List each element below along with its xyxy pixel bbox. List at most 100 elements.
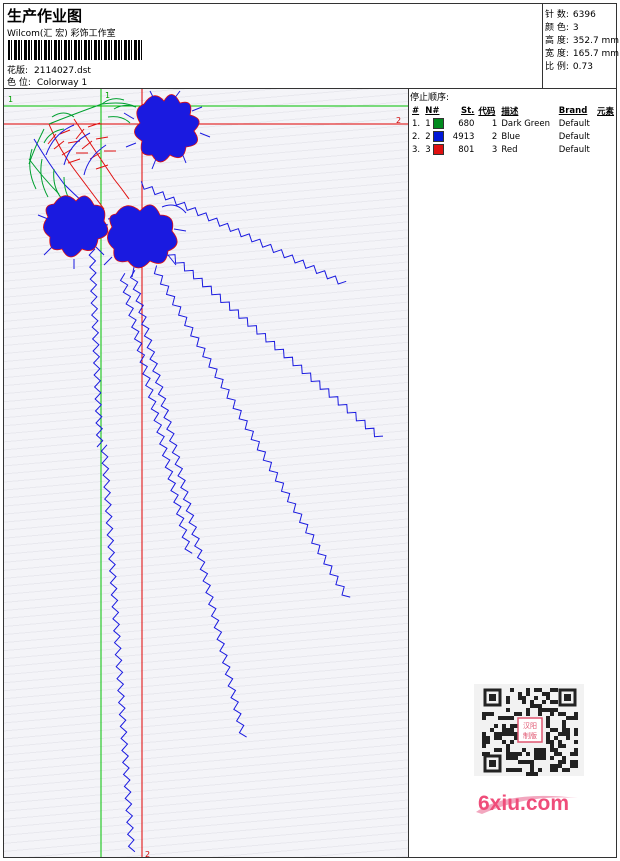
qr-module	[530, 764, 534, 768]
qr-module	[482, 736, 486, 740]
table-header-row: # N# St. 代码 描述 Brand 元素	[410, 105, 618, 117]
stop-sequence-table: # N# St. 代码 描述 Brand 元素 1. 1 680 1 Dark Gre…	[410, 105, 618, 156]
stat-scale: 比 例: 0.73	[545, 59, 593, 72]
color-swatch	[433, 131, 445, 142]
qr-module	[538, 704, 542, 708]
colorway: 色 位: Colorway 1	[7, 75, 87, 88]
qr-module	[574, 712, 578, 716]
row-description: Blue	[501, 131, 521, 142]
qr-module	[490, 712, 494, 716]
qr-module	[542, 708, 546, 712]
row-n: 3	[423, 143, 448, 156]
stat-height-value: 352.7 mm	[572, 36, 620, 46]
qr-module	[542, 748, 546, 752]
qr-module	[494, 724, 498, 728]
qr-module	[526, 712, 530, 716]
qr-module	[526, 772, 530, 776]
row-brand: Default	[558, 131, 590, 142]
table-row: 3. 3 801 3 Red Default	[410, 143, 618, 156]
row-n-text: 2	[425, 132, 434, 142]
qr-module	[570, 716, 574, 720]
qr-module	[482, 712, 486, 716]
stat-height-label: 高 度:	[545, 36, 569, 46]
branch-leaves	[28, 98, 137, 210]
qr-module	[534, 696, 538, 700]
qr-module	[546, 696, 550, 700]
qr-module	[530, 772, 534, 776]
qr-module	[538, 756, 542, 760]
tendril-7	[100, 444, 136, 853]
qr-module	[562, 744, 566, 748]
qr-module	[558, 744, 562, 748]
row-element	[595, 130, 618, 143]
qr-module	[562, 732, 566, 736]
page-title: 生产作业图	[7, 7, 83, 25]
qr-module	[506, 700, 510, 704]
qr-module	[510, 752, 514, 756]
header-info: 生产作业图 Wilcom(汇 宏) 彩饰工作室 花版: 2114027.dst 色…	[4, 4, 542, 88]
qr-module	[550, 712, 554, 716]
qr-module	[518, 760, 522, 764]
tendril-3	[153, 265, 351, 598]
qr-module	[502, 716, 506, 720]
qr-module	[522, 748, 526, 752]
row-index: 2.	[412, 131, 421, 142]
qr-module	[530, 768, 534, 772]
qr-module	[490, 728, 494, 732]
flower-top-right	[123, 90, 211, 170]
stat-width-label: 宽 度:	[545, 49, 569, 59]
qr-module	[562, 712, 566, 716]
col-st: St.	[461, 106, 475, 116]
qr-module	[534, 688, 538, 692]
tendril-4	[129, 270, 247, 738]
stat-colors-value: 3	[572, 23, 579, 33]
qr-module	[538, 748, 542, 752]
qr-module	[574, 740, 578, 744]
color-swatch	[433, 144, 445, 155]
qr-module	[534, 756, 538, 760]
stat-colors: 颜 色: 3	[545, 20, 579, 33]
row-stitches: 801	[458, 144, 475, 155]
stat-stitches-label: 针 数:	[545, 10, 569, 20]
row-stitches: 680	[458, 118, 475, 129]
qr-module	[550, 744, 554, 748]
qr-module	[518, 768, 522, 772]
qr-code-image: 汉阳 制版	[474, 684, 584, 776]
row-code: 1	[491, 118, 498, 129]
qr-module	[546, 716, 550, 720]
qr-module	[486, 740, 490, 744]
qr-module	[570, 752, 574, 756]
col-hash: #	[412, 106, 420, 116]
qr-module	[502, 740, 506, 744]
row-element	[595, 117, 618, 130]
qr-module	[514, 712, 518, 716]
qr-module	[506, 756, 510, 760]
qr-module	[546, 740, 550, 744]
qr-module	[530, 700, 534, 704]
stat-width-value: 165.7 mm	[572, 49, 620, 59]
qr-module	[574, 760, 578, 764]
qr-module	[518, 692, 522, 696]
color-swatch	[433, 118, 445, 129]
zigzag-tendrils	[88, 181, 384, 853]
qr-module	[566, 736, 570, 740]
row-element	[595, 143, 618, 156]
qr-module	[550, 748, 554, 752]
qr-module	[574, 732, 578, 736]
qr-module	[546, 720, 550, 724]
qr-module	[566, 768, 570, 772]
tendril-2	[165, 246, 384, 438]
qr-module	[494, 748, 498, 752]
qr-module	[554, 688, 558, 692]
qr-module	[534, 748, 538, 752]
qr-module	[554, 752, 558, 756]
stop-sequence-panel: 停止顺序: # N# St. 代码 描述 Brand 元素 1. 1 680 1 Da…	[410, 90, 616, 156]
qr-module	[546, 732, 550, 736]
row-n-text: 1	[425, 119, 434, 129]
qr-module	[558, 764, 562, 768]
qr-module	[510, 740, 514, 744]
row-n: 1	[423, 117, 448, 130]
qr-module	[562, 768, 566, 772]
stat-stitches-value: 6396	[572, 10, 596, 20]
qr-module	[562, 728, 566, 732]
